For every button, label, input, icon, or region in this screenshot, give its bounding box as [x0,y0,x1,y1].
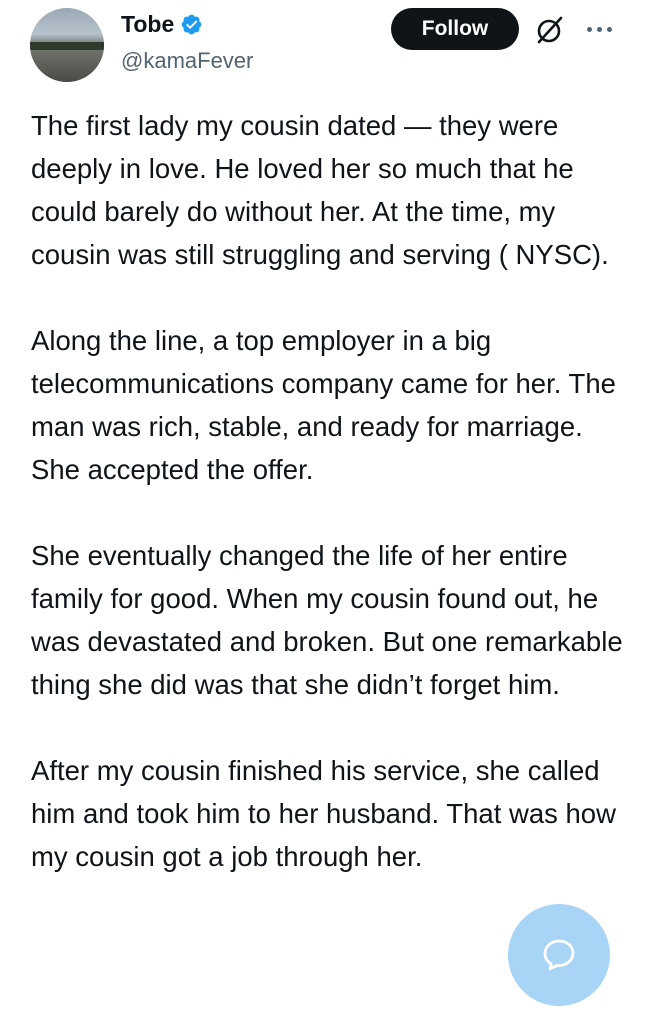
tweet-header: Tobe @kamaFever Follow [0,0,646,100]
follow-button[interactable]: Follow [391,8,519,50]
avatar-road [30,50,104,82]
author-handle[interactable]: @kamaFever [121,48,253,74]
compose-fab-button[interactable] [508,904,610,1006]
tweet-paragraph: She eventually changed the life of her e… [31,540,623,700]
author-name-row[interactable]: Tobe [121,10,203,38]
dot [606,26,612,32]
tweet-paragraph: The first lady my cousin dated — they we… [31,110,609,270]
grok-icon[interactable] [534,14,566,46]
author-name[interactable]: Tobe [121,10,174,38]
avatar[interactable] [30,8,104,82]
tweet-page: Tobe @kamaFever Follow The first lady my… [0,0,646,1024]
dot [586,26,592,32]
avatar-horizon [30,42,104,50]
tweet-paragraph: Along the line, a top employer in a big … [31,325,616,485]
tweet-paragraph: After my cousin finished his service, sh… [31,755,616,872]
more-options-icon[interactable] [582,16,616,42]
verified-badge-icon [181,14,202,34]
chat-bubble-icon [543,939,575,971]
tweet-text: The first lady my cousin dated — they we… [31,104,631,878]
dot [596,26,602,32]
